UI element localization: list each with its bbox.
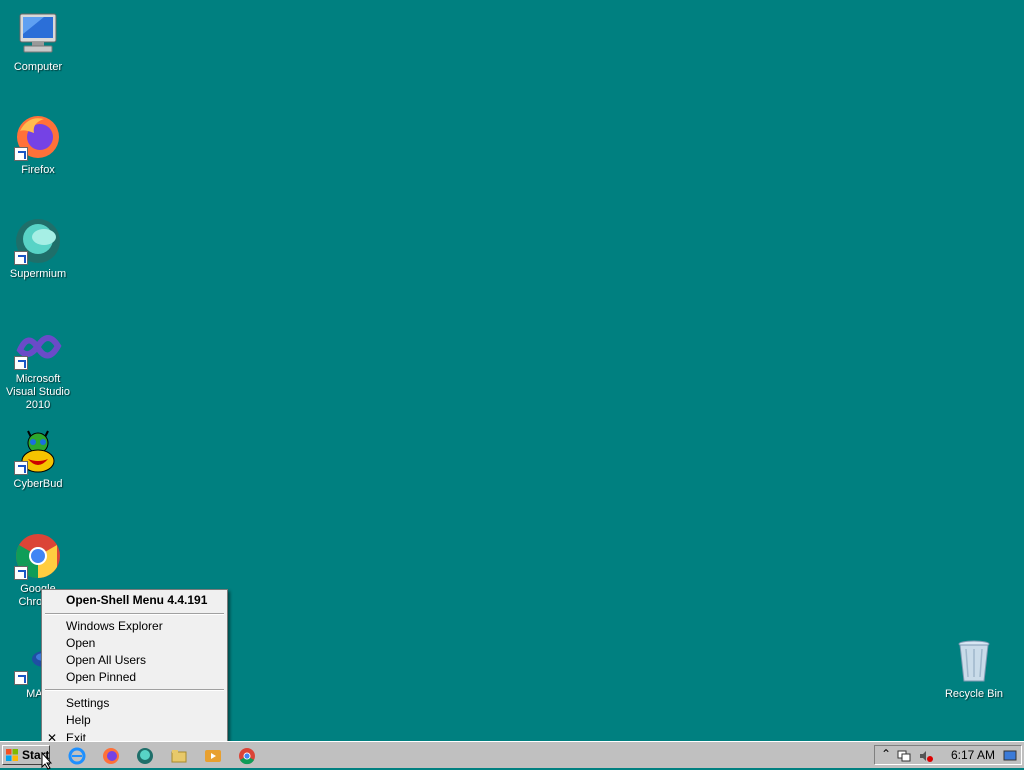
shortcut-arrow-icon [14,566,28,580]
mouse-cursor-icon [41,752,53,770]
shortcut-arrow-icon [14,147,28,161]
desktop-icon-firefox[interactable]: Firefox [0,113,76,177]
internet-explorer-icon[interactable] [68,747,86,765]
show-desktop-icon[interactable] [1003,749,1017,763]
desktop-icon-label: Recycle Bin [944,688,1004,700]
chrome-icon[interactable] [238,747,256,765]
menu-separator [45,613,224,615]
start-context-menu: Open-Shell Menu 4.4.191 Windows Explorer… [41,589,228,749]
windows-logo-icon [6,749,18,761]
desktop-icon-label: Microsoft Visual Studio 2010 [5,373,70,411]
taskbar: Start ⌃ 6:17 AM [0,741,1024,768]
chrome-icon [14,532,62,580]
menu-item-help[interactable]: Help [66,712,91,729]
visual-studio-icon [14,322,62,370]
shortcut-arrow-icon [14,461,28,475]
shortcut-arrow-icon [14,356,28,370]
menu-item-open-all-users[interactable]: Open All Users [66,652,146,669]
clock[interactable]: 6:17 AM [951,746,995,764]
file-explorer-icon[interactable] [170,747,188,765]
shortcut-arrow-icon [14,251,28,265]
menu-item-open[interactable]: Open [66,635,95,652]
menu-separator [45,689,224,691]
desktop-icon-label: Computer [13,61,63,73]
recycle-bin-icon [950,637,998,685]
system-tray: ⌃ 6:17 AM [874,745,1022,765]
menu-title: Open-Shell Menu 4.4.191 [66,593,208,607]
desktop-icon-label: Supermium [9,268,67,280]
desktop-icon-visual-studio[interactable]: Microsoft Visual Studio 2010 [0,322,76,412]
menu-item-settings[interactable]: Settings [66,695,109,712]
computer-icon [14,10,62,58]
desktop-icon-supermium[interactable]: Supermium [0,217,76,281]
supermium-icon[interactable] [136,747,154,765]
cyberbud-icon [14,427,62,475]
volume-muted-icon[interactable] [919,749,933,763]
desktop-icon-computer[interactable]: Computer [0,10,76,74]
supermium-icon [14,217,62,265]
desktop-icon-recycle-bin[interactable]: Recycle Bin [936,637,1012,701]
firefox-icon[interactable] [102,747,120,765]
shortcut-arrow-icon [14,671,28,685]
menu-item-open-pinned[interactable]: Open Pinned [66,669,136,686]
desktop-icon-label: CyberBud [13,478,63,490]
media-player-icon[interactable] [204,747,222,765]
desktop-icon-cyberbud[interactable]: CyberBud [0,427,76,491]
tray-expand-icon[interactable]: ⌃ [881,747,891,761]
firefox-icon [14,113,62,161]
desktop-icon-label: Firefox [21,164,55,176]
network-icon[interactable] [897,749,911,763]
menu-item-windows-explorer[interactable]: Windows Explorer [66,618,163,635]
